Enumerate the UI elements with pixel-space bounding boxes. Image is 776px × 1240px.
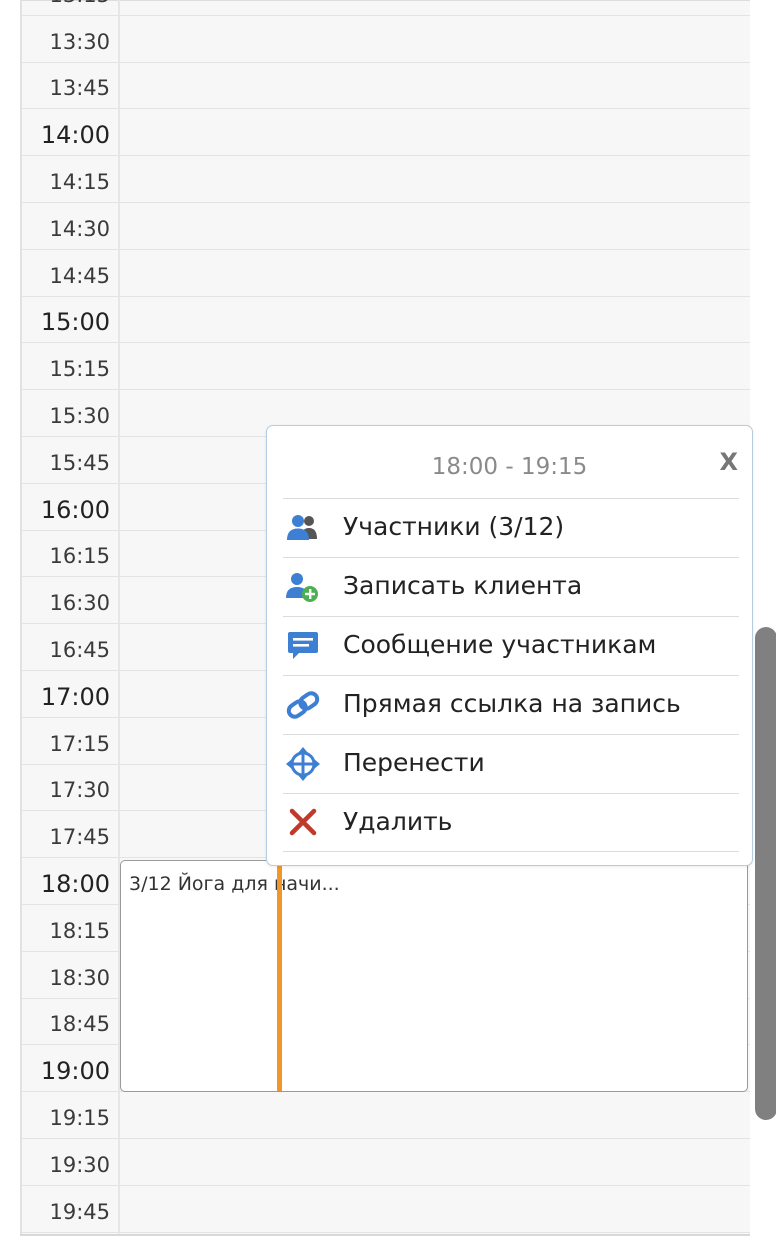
bottom-divider <box>20 1234 750 1236</box>
time-label: 16:45 <box>49 637 110 662</box>
time-slot-row[interactable]: 15:00 <box>20 297 750 344</box>
menu-item-move[interactable]: Перенести <box>283 734 739 793</box>
menu-item-label: Перенести <box>343 748 485 777</box>
event-popup: 18:00 - 19:15 X Участники (3/12) Записат… <box>266 425 753 866</box>
scrollbar[interactable] <box>755 627 776 1120</box>
time-label: 18:00 <box>40 869 110 898</box>
time-slot-row[interactable]: 15:15 <box>20 343 750 391</box>
time-label: 15:30 <box>49 403 110 428</box>
time-slot-row[interactable]: 13:30 <box>20 16 750 63</box>
menu-item-add-client[interactable]: Записать клиента <box>283 557 739 616</box>
close-button[interactable]: X <box>719 448 738 476</box>
time-slot-row[interactable]: 19:15 <box>20 1092 750 1139</box>
time-slot-row[interactable]: 19:30 <box>20 1139 750 1186</box>
time-label: 17:30 <box>49 778 110 803</box>
menu-item-label: Прямая ссылка на запись <box>343 689 681 718</box>
time-label: 19:30 <box>49 1152 110 1177</box>
menu-item-label: Записать клиента <box>343 571 583 600</box>
time-slot-row[interactable]: 19:45 <box>20 1186 750 1233</box>
time-label: 17:15 <box>49 731 110 756</box>
add-client-icon <box>286 573 318 602</box>
time-label: 16:15 <box>49 544 110 569</box>
time-label: 19:15 <box>49 1105 110 1130</box>
time-label: 14:15 <box>49 169 110 194</box>
time-label: 18:45 <box>49 1012 110 1037</box>
move-icon <box>286 747 320 781</box>
time-label: 18:15 <box>49 918 110 943</box>
link-icon <box>286 691 320 719</box>
time-label: 19:45 <box>49 1199 110 1224</box>
menu-item-label: Участники (3/12) <box>343 512 565 541</box>
time-slot-row[interactable]: 13:15 <box>20 0 750 16</box>
time-label: 18:30 <box>49 965 110 990</box>
time-slot-row[interactable]: 14:30 <box>20 203 750 250</box>
time-slot-row[interactable]: 14:00 <box>20 109 750 157</box>
event-title: 3/12 Йога для начи... <box>129 873 340 895</box>
time-slot-row[interactable]: 13:45 <box>20 63 750 110</box>
time-label: 17:00 <box>40 682 110 711</box>
time-label: 16:00 <box>40 495 110 524</box>
left-border <box>20 0 22 1236</box>
event-color-bar <box>277 861 282 1091</box>
time-slot-row[interactable]: 14:45 <box>20 250 750 297</box>
popup-menu: Участники (3/12) Записать клиента Сообще… <box>283 498 739 852</box>
time-label: 14:00 <box>40 121 110 150</box>
popup-time-range: 18:00 - 19:15 <box>431 454 588 480</box>
menu-item-delete[interactable]: Удалить <box>283 793 739 852</box>
menu-item-label: Удалить <box>343 807 453 836</box>
time-label: 13:30 <box>49 29 110 54</box>
participants-icon <box>287 515 317 540</box>
time-slot-row[interactable]: 14:15 <box>20 156 750 203</box>
time-label: 14:45 <box>49 263 110 288</box>
message-icon <box>288 632 318 659</box>
menu-item-label: Сообщение участникам <box>343 630 657 659</box>
time-label: 15:00 <box>40 308 110 337</box>
menu-item-participants[interactable]: Участники (3/12) <box>283 498 739 557</box>
time-label: 19:00 <box>40 1057 110 1086</box>
time-label: 16:30 <box>49 591 110 616</box>
menu-item-direct-link[interactable]: Прямая ссылка на запись <box>283 675 739 734</box>
delete-icon <box>289 808 317 836</box>
time-label: 14:30 <box>49 216 110 241</box>
time-label: 17:45 <box>49 825 110 850</box>
event-block[interactable]: 3/12 Йога для начи... <box>120 860 748 1092</box>
time-label: 15:45 <box>49 450 110 475</box>
time-label: 13:45 <box>49 76 110 101</box>
menu-item-message[interactable]: Сообщение участникам <box>283 616 739 675</box>
time-label: 13:15 <box>49 0 110 7</box>
time-label: 15:15 <box>49 357 110 382</box>
